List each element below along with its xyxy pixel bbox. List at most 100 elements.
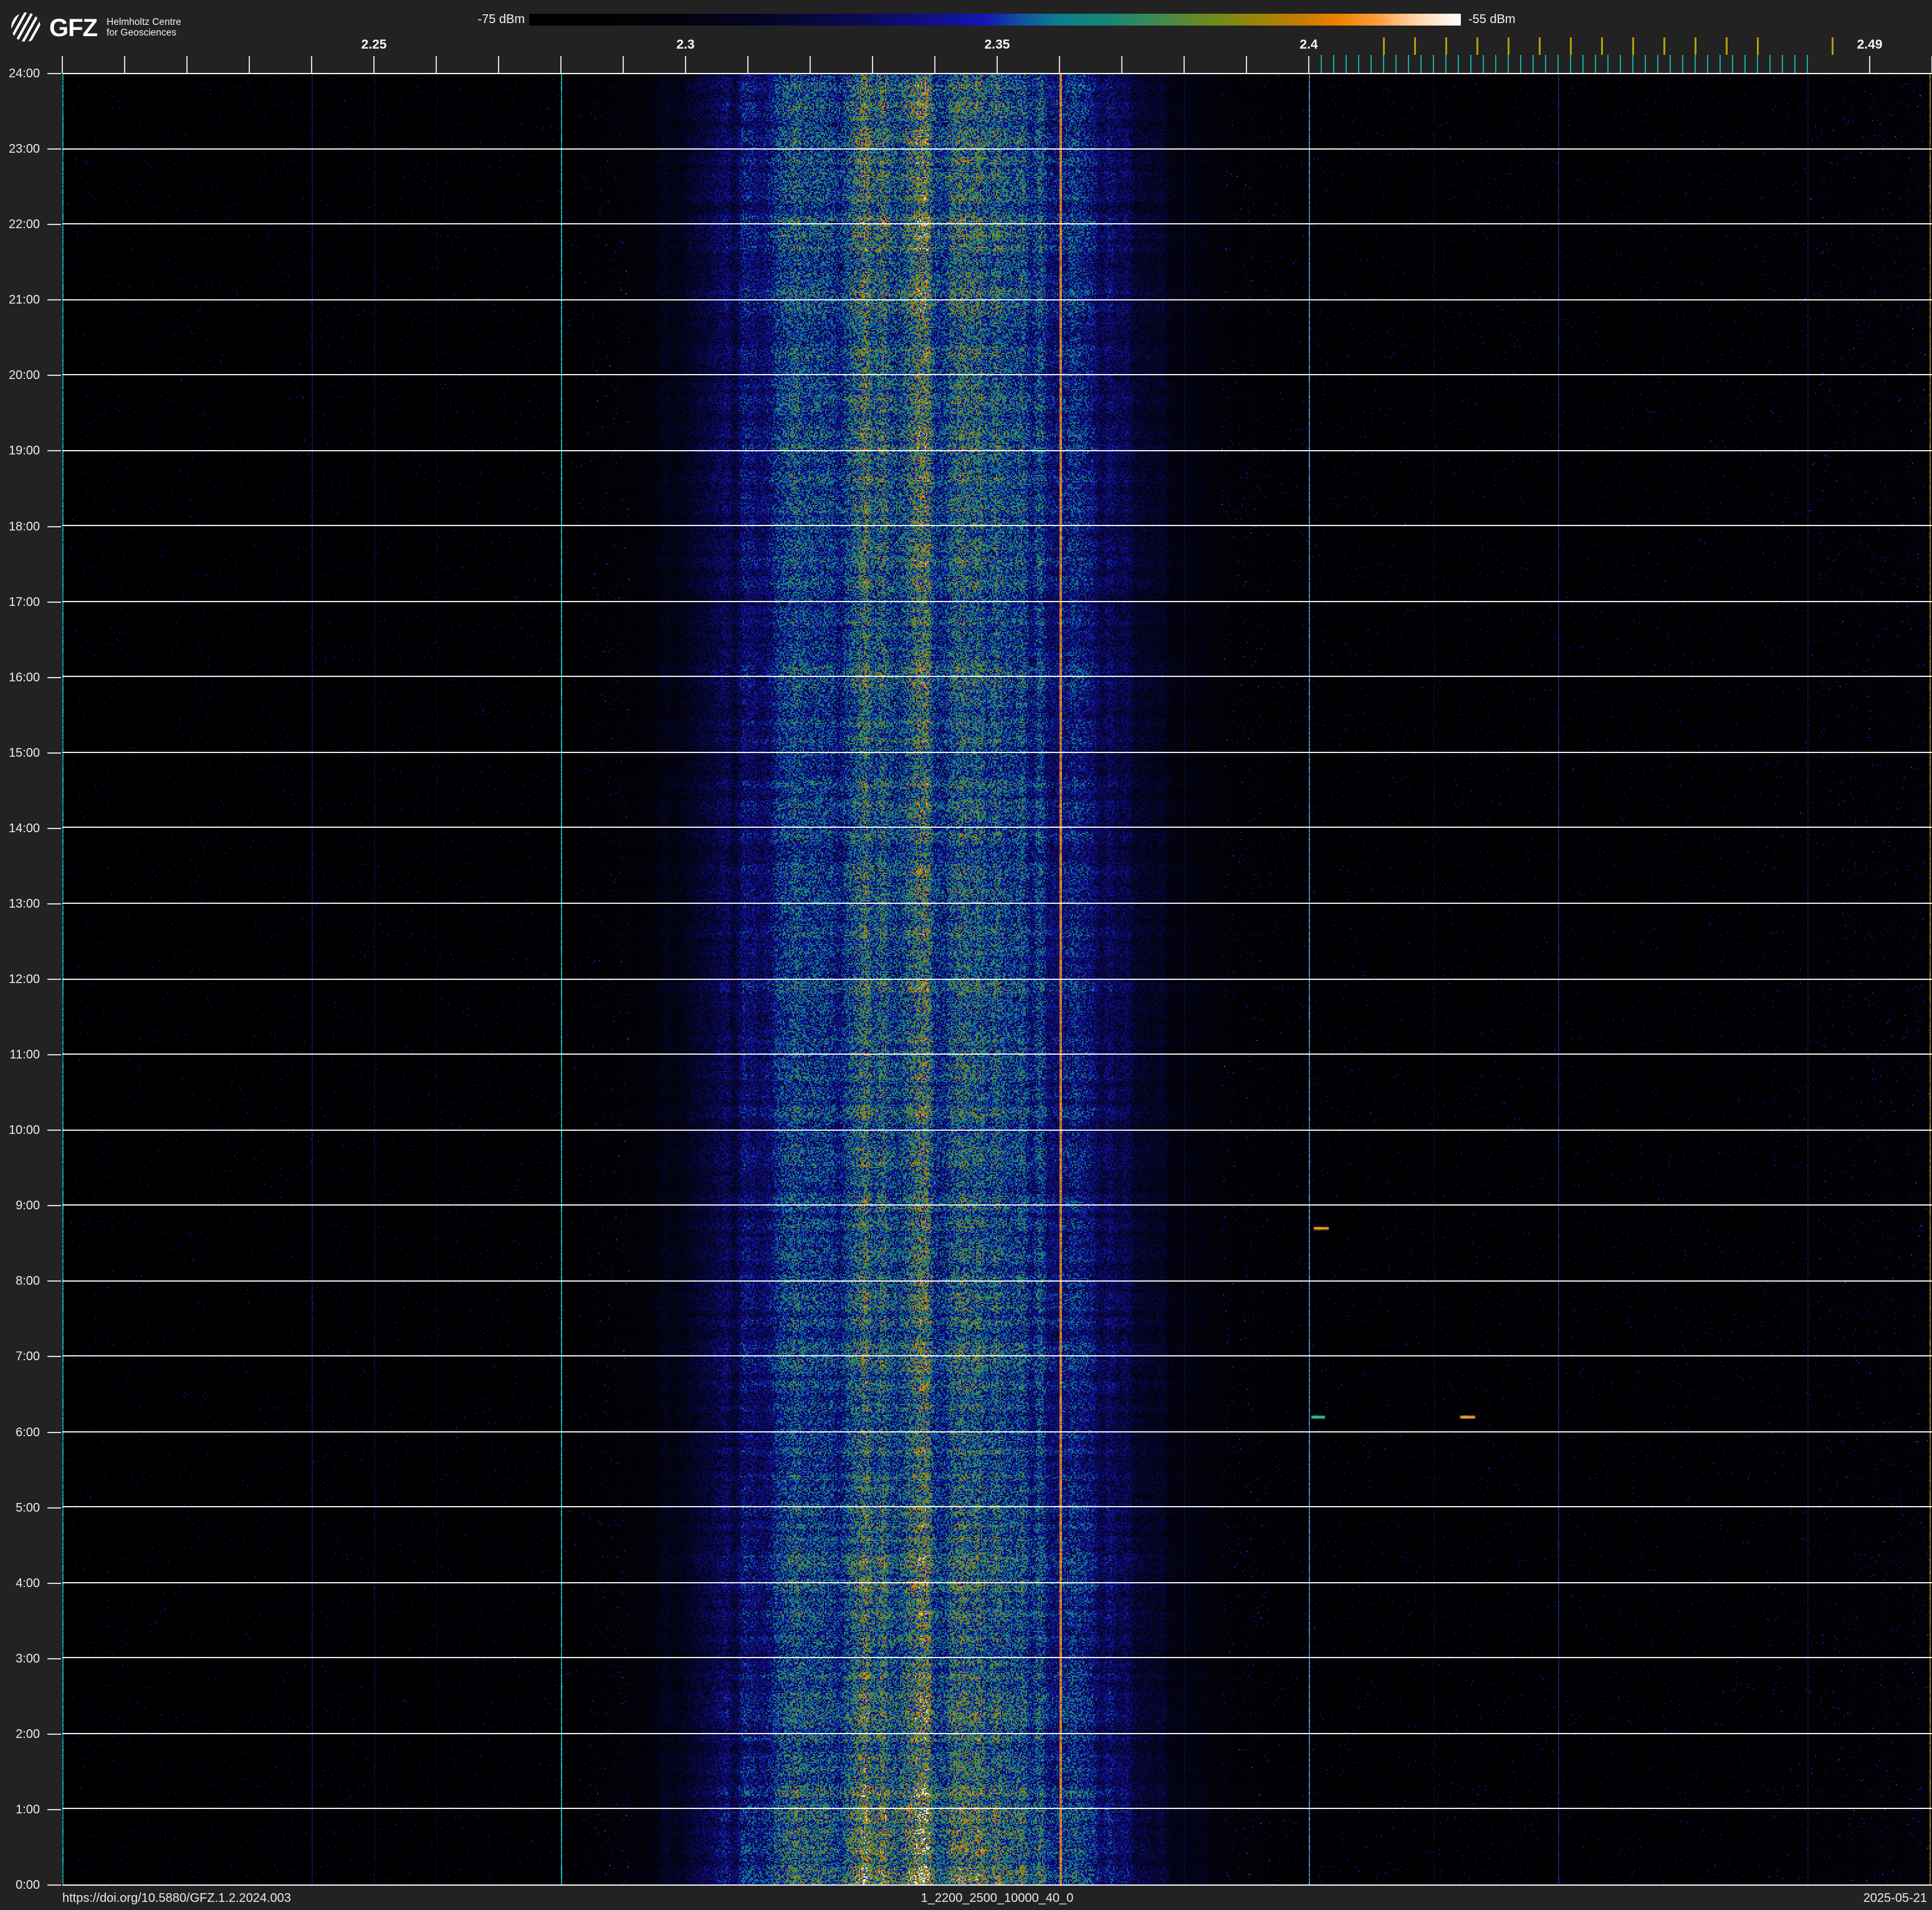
ble-channel-tick — [1520, 55, 1521, 74]
time-tick — [47, 1431, 61, 1433]
time-label: 21:00 — [8, 293, 40, 307]
dataset-name: 1_2200_2500_10000_40_0 — [921, 1891, 1074, 1905]
freq-major-tick — [1869, 56, 1870, 74]
wifi-channel-tick — [1601, 37, 1603, 55]
time-tick — [47, 1280, 61, 1282]
wifi-channel-tick — [1414, 37, 1416, 55]
time-label: 8:00 — [16, 1274, 40, 1289]
time-tick — [47, 676, 61, 678]
wifi-channel-tick — [1832, 37, 1834, 55]
ble-channel-tick — [1408, 55, 1409, 74]
wifi-channel-tick — [1726, 37, 1728, 55]
ble-channel-tick — [1595, 55, 1596, 74]
freq-major-tick — [62, 56, 63, 74]
ble-channel-tick — [1557, 55, 1559, 74]
ble-channel-tick — [1420, 55, 1422, 74]
time-tick — [47, 375, 61, 377]
time-label: 10:00 — [8, 1123, 40, 1138]
freq-major-tick — [311, 56, 312, 74]
ble-channel-tick — [1744, 55, 1746, 74]
freq-major-tick — [934, 56, 935, 74]
ble-channel-tick — [1769, 55, 1771, 74]
ble-channel-tick — [1483, 55, 1484, 74]
ble-channel-tick — [1782, 55, 1783, 74]
ble-channel-tick — [1657, 55, 1658, 74]
wifi-channel-tick — [1570, 37, 1572, 55]
ble-channel-tick — [1719, 55, 1721, 74]
freq-major-tick — [623, 56, 624, 74]
freq-tick-label: 2.35 — [984, 37, 1010, 52]
time-label: 19:00 — [8, 444, 40, 458]
freq-major-tick — [747, 56, 748, 74]
ble-channel-tick — [1508, 55, 1509, 74]
ble-channel-tick — [1682, 55, 1683, 74]
time-label: 3:00 — [16, 1651, 40, 1666]
time-label: 11:00 — [9, 1048, 40, 1062]
ble-channel-tick — [1333, 55, 1334, 74]
time-label: 1:00 — [16, 1802, 40, 1816]
freq-major-tick — [810, 56, 811, 74]
time-label: 20:00 — [8, 368, 40, 383]
time-tick — [47, 224, 61, 226]
ble-channel-tick — [1358, 55, 1359, 74]
time-tick — [47, 1205, 61, 1207]
logo-subtitle: Helmholtz Centre for Geosciences — [107, 17, 181, 38]
ble-channel-tick — [1445, 55, 1447, 74]
freq-major-tick — [1184, 56, 1185, 74]
logo-subtitle-line1: Helmholtz Centre — [107, 17, 181, 27]
time-label: 24:00 — [8, 67, 40, 80]
freq-major-tick — [373, 56, 375, 74]
wifi-channel-tick — [1757, 37, 1759, 55]
logo-brand: GFZ — [49, 14, 98, 42]
ble-channel-tick — [1495, 55, 1496, 74]
time-label: 12:00 — [8, 972, 40, 986]
ble-channel-tick — [1645, 55, 1646, 74]
date-label: 2025-05-21 — [1863, 1891, 1927, 1905]
time-tick — [47, 1808, 61, 1810]
freq-tick-label: 2.4 — [1299, 37, 1318, 52]
time-label: 22:00 — [8, 218, 40, 232]
ble-channel-tick — [1533, 55, 1534, 74]
freq-major-tick — [685, 56, 686, 74]
ble-channel-tick — [1470, 55, 1471, 74]
ble-channel-tick — [1632, 55, 1633, 74]
wifi-channel-tick — [1539, 37, 1541, 55]
time-tick — [47, 73, 61, 74]
ble-channel-tick — [1695, 55, 1696, 74]
ble-channel-tick — [1607, 55, 1609, 74]
freq-major-tick — [1121, 56, 1122, 74]
ble-channel-tick — [1620, 55, 1621, 74]
wifi-channel-tick — [1445, 37, 1447, 55]
time-label: 7:00 — [16, 1350, 40, 1364]
ble-channel-tick — [1545, 55, 1546, 74]
freq-tick-label: 2.49 — [1857, 37, 1883, 52]
gfz-globe-icon — [9, 11, 42, 44]
ble-channel-tick — [1570, 55, 1571, 74]
time-tick — [47, 979, 61, 980]
time-label: 14:00 — [8, 821, 40, 835]
wifi-channel-tick — [1383, 37, 1385, 55]
ble-channel-tick — [1321, 55, 1322, 74]
ble-channel-tick — [1458, 55, 1459, 74]
freq-tick-label: 2.25 — [361, 37, 387, 52]
time-tick — [47, 148, 61, 150]
time-label: 18:00 — [8, 519, 40, 534]
ble-channel-tick — [1807, 55, 1808, 74]
ble-channel-tick — [1395, 55, 1397, 74]
colorbar-min-label: -75 dBm — [477, 12, 525, 26]
wifi-channel-tick — [1632, 37, 1634, 55]
plot-top-axis-line — [62, 73, 1932, 74]
ble-channel-tick — [1370, 55, 1372, 74]
colorbar-max-label: -55 dBm — [1468, 12, 1516, 26]
freq-major-tick — [249, 56, 250, 74]
time-tick — [47, 525, 61, 527]
freq-major-tick — [436, 56, 437, 74]
ble-channel-tick — [1794, 55, 1796, 74]
time-label: 9:00 — [16, 1199, 40, 1213]
time-label: 17:00 — [8, 595, 40, 609]
plot-bottom-axis-line — [62, 1884, 1932, 1886]
time-tick — [47, 299, 61, 301]
time-tick — [47, 1733, 61, 1735]
freq-major-tick — [872, 56, 873, 74]
freq-major-tick — [560, 56, 562, 74]
